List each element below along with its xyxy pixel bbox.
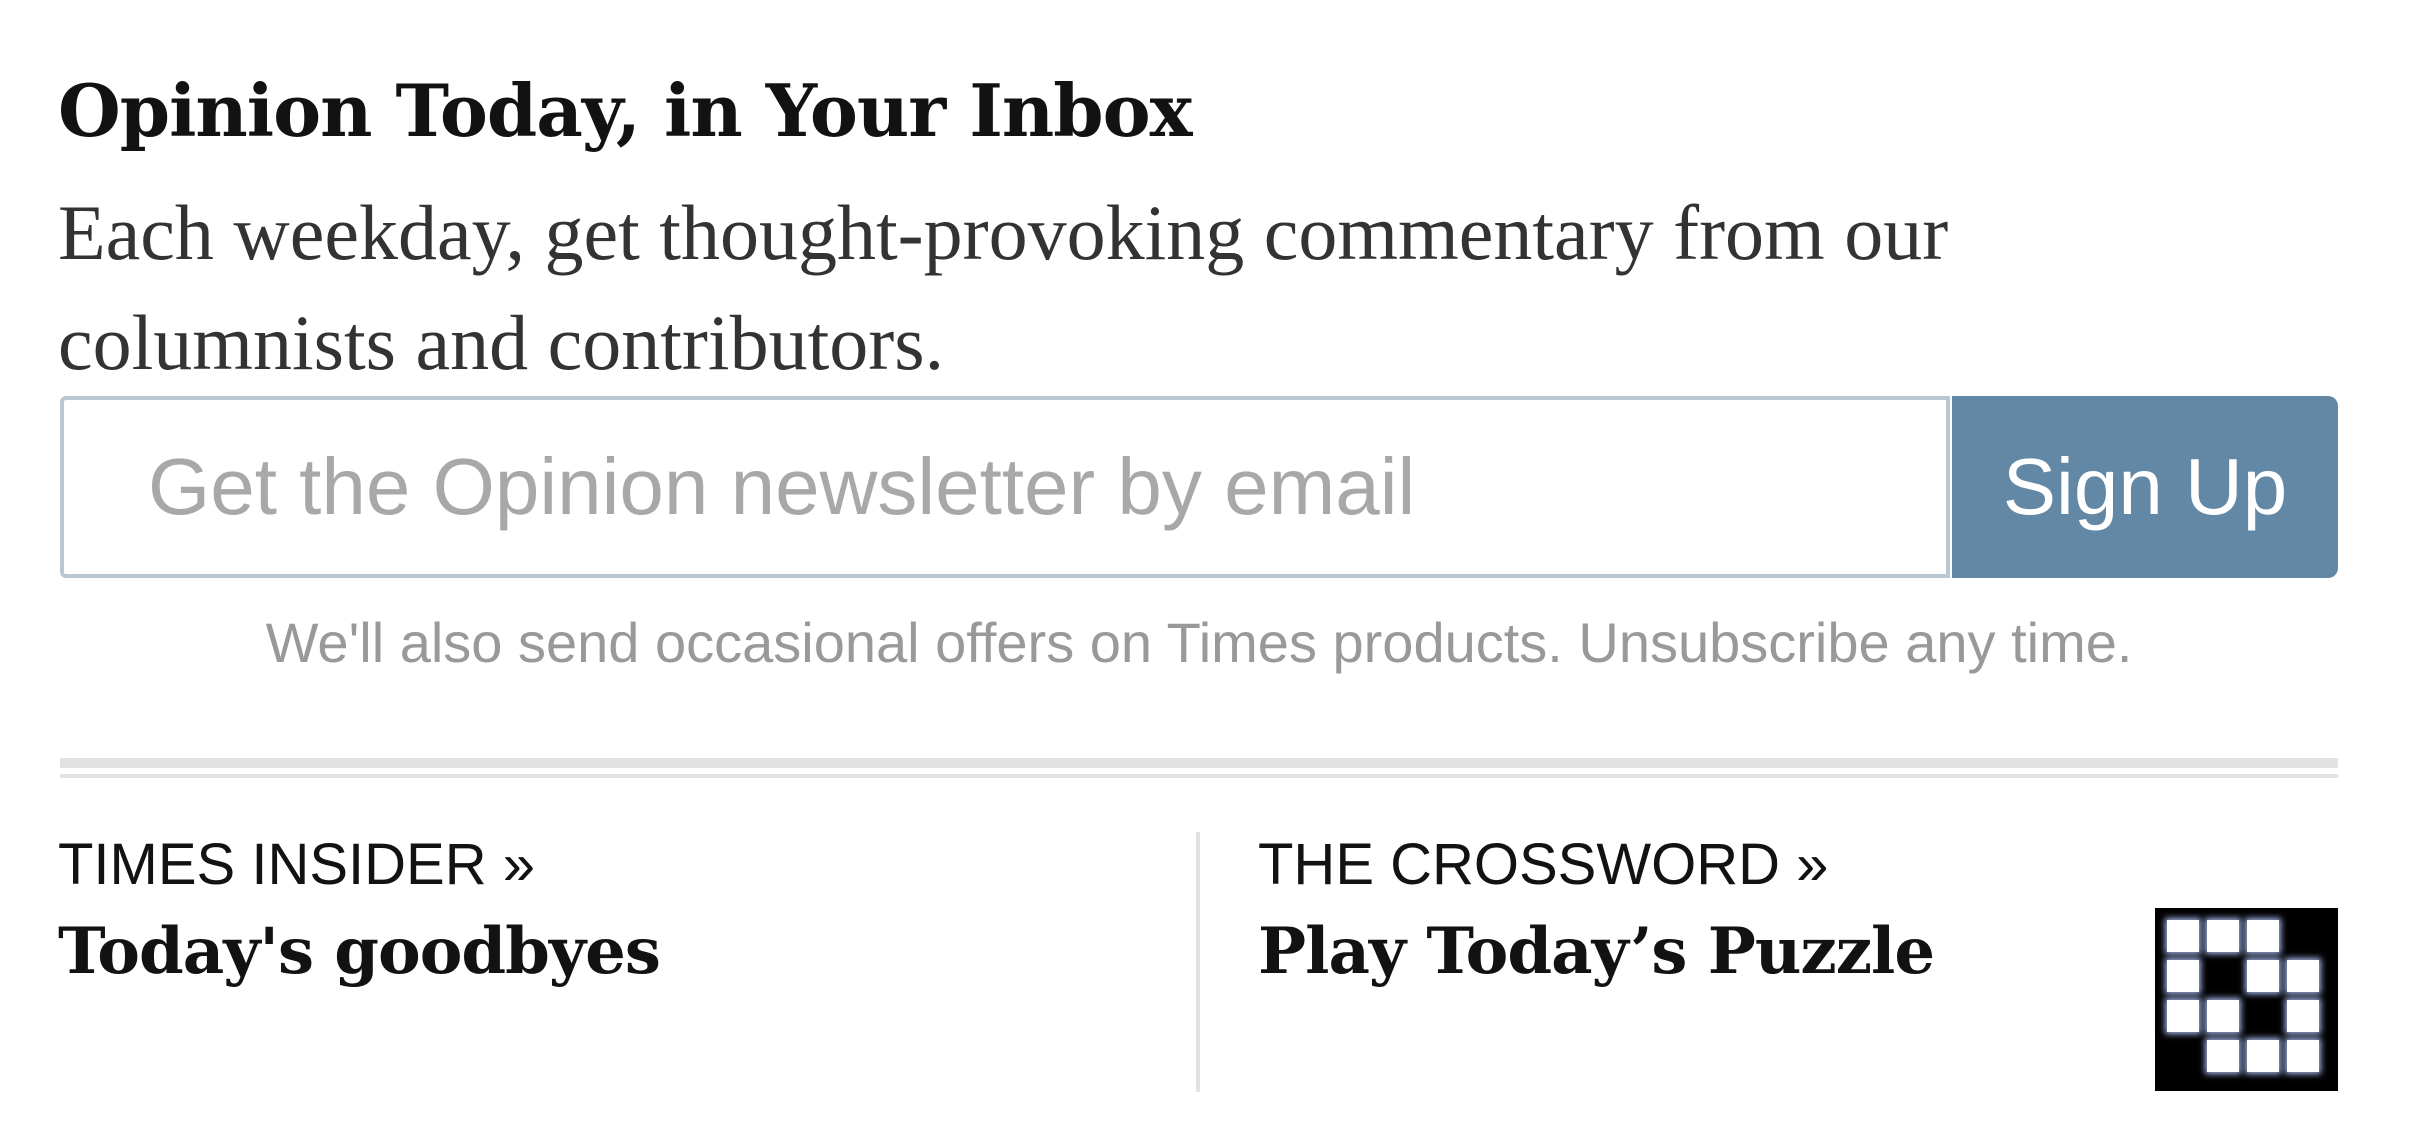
newsletter-description: Each weekday, get thought-provoking comm… (58, 189, 1949, 386)
newsletter-signup-form: Sign Up (60, 396, 2338, 578)
promo-times-insider[interactable]: TIMES INSIDER » Today's goodbyes (58, 830, 1158, 992)
section-divider-thin (60, 774, 2338, 778)
email-input[interactable] (60, 396, 1950, 578)
promo-kicker-times-insider[interactable]: TIMES INSIDER » (58, 830, 1158, 900)
newsletter-title: Opinion Today, in Your Inbox (58, 68, 1193, 153)
section-divider-thick (60, 758, 2338, 768)
column-divider (1196, 832, 1200, 1092)
promo-kicker-crossword[interactable]: THE CROSSWORD » (1258, 830, 2340, 900)
sign-up-button[interactable]: Sign Up (1952, 396, 2338, 578)
promo-headline-times-insider[interactable]: Today's goodbyes (58, 912, 1158, 992)
crossword-icon[interactable] (2155, 908, 2338, 1091)
newsletter-disclaimer: We'll also send occasional offers on Tim… (265, 611, 2133, 674)
